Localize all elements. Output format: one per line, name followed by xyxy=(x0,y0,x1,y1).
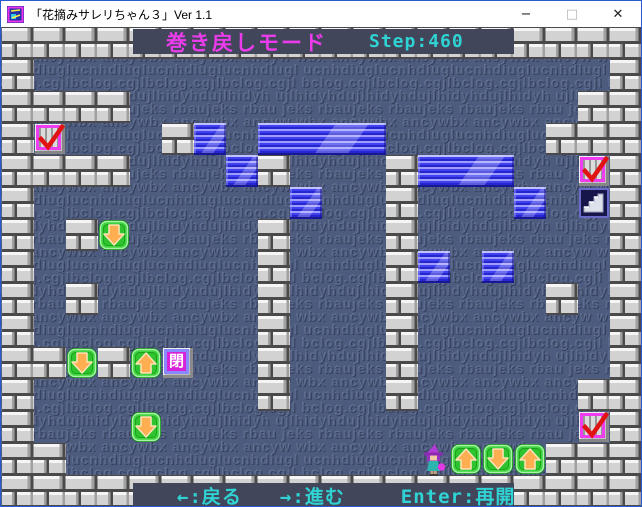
red-checkmark-icon xyxy=(34,122,66,154)
goal-check-block xyxy=(579,156,609,186)
up-arrow-icon xyxy=(450,443,482,475)
closed-sign-block: 閉 xyxy=(163,348,193,378)
step-label: Step: xyxy=(369,31,428,52)
arrow-button-down xyxy=(66,347,98,379)
blue-block xyxy=(258,123,386,155)
stairs-icon xyxy=(582,191,606,215)
hint-forward: →:進む xyxy=(280,482,345,507)
game-playfield[interactable]: ujlhidyhdujlhidyhdujlhidyhdujlhidyh ujlh… xyxy=(1,27,642,507)
blue-block xyxy=(290,187,322,219)
arrow-button-up xyxy=(450,443,482,475)
arrow-button-up xyxy=(130,347,162,379)
controls-hint-bar: ←:戻る →:進む Enter:再開 xyxy=(133,483,514,507)
titlebar: 「花摘みサレリちゃん３」Ver 1.1 − □ ✕ xyxy=(1,1,641,27)
hint-back: ←:戻る xyxy=(177,482,242,507)
step-counter: 460 xyxy=(428,31,464,52)
witch-player xyxy=(420,444,448,476)
closed-sign-text: 閉 xyxy=(164,349,189,374)
arrow-button-down xyxy=(482,443,514,475)
down-arrow-icon xyxy=(130,411,162,443)
blue-block xyxy=(194,123,226,155)
arrow-button-up xyxy=(514,443,546,475)
caption-buttons: − □ ✕ xyxy=(503,1,641,27)
maximize-button: □ xyxy=(549,1,595,27)
mode-label: 巻き戻しモード xyxy=(166,27,327,57)
arrow-button-down xyxy=(98,219,130,251)
down-arrow-icon xyxy=(98,219,130,251)
app-icon xyxy=(7,6,24,23)
blue-block xyxy=(418,155,514,187)
hint-resume: Enter:再開 xyxy=(401,482,516,507)
blue-block xyxy=(514,187,546,219)
pieces-layer: 閉 xyxy=(1,27,642,507)
game-window: 「花摘みサレリちゃん３」Ver 1.1 − □ ✕ ujlhidyhdujlhi… xyxy=(0,0,642,507)
blue-block xyxy=(418,251,450,283)
goal-check-block xyxy=(579,412,609,442)
goal-check-block xyxy=(35,124,65,154)
red-checkmark-icon xyxy=(578,410,610,442)
blue-block xyxy=(482,251,514,283)
up-arrow-icon xyxy=(514,443,546,475)
blue-block xyxy=(226,155,258,187)
close-button[interactable]: ✕ xyxy=(595,1,641,27)
down-arrow-icon xyxy=(66,347,98,379)
down-arrow-icon xyxy=(482,443,514,475)
up-arrow-icon xyxy=(130,347,162,379)
mode-status-bar: 巻き戻しモード Step: 460 xyxy=(133,29,514,54)
witch-sprite xyxy=(420,444,448,476)
stairs-block xyxy=(579,188,609,218)
minimize-button[interactable]: − xyxy=(503,1,549,27)
arrow-button-down xyxy=(130,411,162,443)
red-checkmark-icon xyxy=(578,154,610,186)
window-title: 「花摘みサレリちゃん３」Ver 1.1 xyxy=(30,6,212,23)
